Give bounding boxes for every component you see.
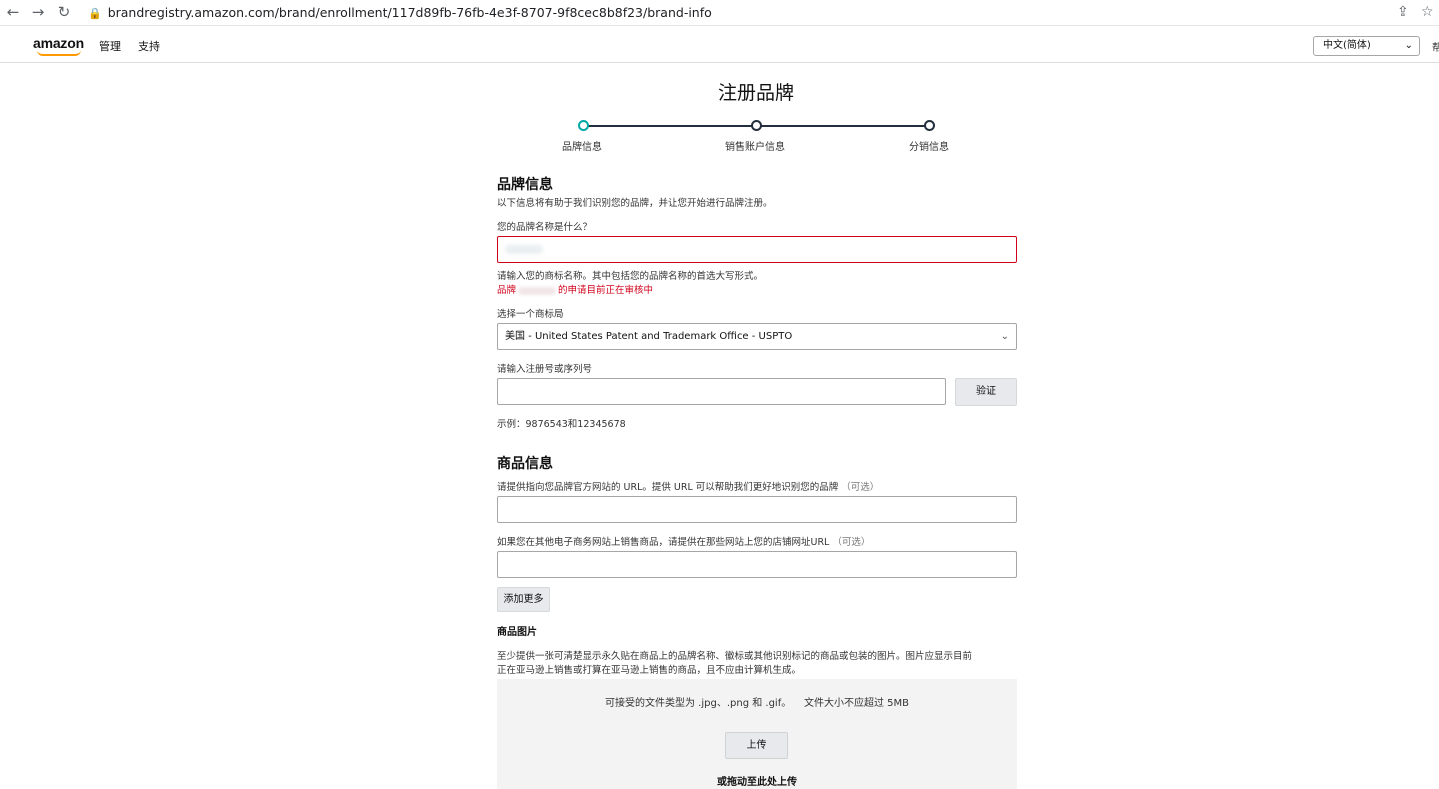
registration-number-label: 请输入注册号或序列号 (497, 364, 593, 375)
verify-button[interactable]: 验证 (955, 378, 1017, 406)
website-url-label: 请提供指向您品牌官方网站的 URL。提供 URL 可以帮助我们更好地识别您的品牌… (497, 479, 879, 493)
bookmark-star-icon[interactable]: ☆ (1421, 3, 1434, 21)
file-types-text: 可接受的文件类型为 .jpg、.png 和 .gif。 (605, 698, 792, 709)
address-bar[interactable]: 🔒 brandregistry.amazon.com/brand/enrollme… (88, 4, 712, 22)
website-optional-tag: （可选） (841, 482, 880, 493)
forward-icon[interactable]: → (29, 3, 47, 21)
logo-text: amazon (33, 35, 84, 51)
step-label-seller-account: 销售账户信息 (725, 142, 785, 153)
logo-smile-icon (37, 50, 81, 56)
site-header: amazon 管理 支持 中文(简体) ⌄ 帮 (0, 27, 1439, 63)
nav-manage[interactable]: 管理 (99, 38, 121, 54)
store-url-label-text: 如果您在其他电子商务网站上销售商品，请提供在那些网站上您的店铺网址URL (497, 537, 830, 548)
error-prefix: 品牌 (497, 285, 517, 296)
redacted-brand-name (505, 245, 543, 254)
lock-icon: 🔒 (88, 7, 102, 20)
brand-name-error: 品牌 的申请目前正在审核中 (497, 282, 653, 296)
file-size-text: 文件大小不应超过 5MB (803, 698, 909, 709)
redacted-brand-inline (518, 286, 557, 295)
step-label-brand-info: 品牌信息 (562, 142, 602, 153)
registration-example: 示例：9876543和12345678 (497, 419, 626, 430)
browser-toolbar: ← → ↻ 🔒 brandregistry.amazon.com/brand/en… (0, 0, 1439, 26)
product-images-desc-line2: 正在亚马逊上销售或打算在亚马逊上销售的商品，且不应由计算机生成。 (497, 665, 802, 676)
brand-info-heading: 品牌信息 (497, 177, 553, 193)
upload-requirements: 可接受的文件类型为 .jpg、.png 和 .gif。 文件大小不应超过 5MB (497, 694, 1017, 709)
chevron-down-icon: ⌄ (1000, 331, 1009, 342)
image-upload-dropzone[interactable]: 可接受的文件类型为 .jpg、.png 和 .gif。 文件大小不应超过 5MB… (497, 679, 1017, 789)
store-url-label: 如果您在其他电子商务网站上销售商品，请提供在那些网站上您的店铺网址URL （可选… (497, 534, 870, 548)
brand-info-intro: 以下信息将有助于我们识别您的品牌，并让您开始进行品牌注册。 (497, 198, 773, 209)
amazon-logo[interactable]: amazon (33, 35, 84, 56)
language-select[interactable]: 中文(简体) ⌄ (1313, 36, 1420, 56)
chevron-down-icon: ⌄ (1404, 40, 1413, 51)
language-value: 中文(简体) (1323, 40, 1371, 51)
upload-button[interactable]: 上传 (725, 732, 788, 759)
product-info-heading: 商品信息 (497, 456, 553, 472)
website-url-label-text: 请提供指向您品牌官方网站的 URL。提供 URL 可以帮助我们更好地识别您的品牌 (497, 482, 839, 493)
store-url-input[interactable] (497, 551, 1017, 578)
trademark-office-label: 选择一个商标局 (497, 309, 564, 320)
help-link[interactable]: 帮 (1432, 39, 1439, 54)
back-icon[interactable]: ← (4, 3, 22, 21)
step-dot-brand-info (578, 120, 589, 131)
add-more-button[interactable]: 添加更多 (497, 587, 550, 612)
nav-support[interactable]: 支持 (138, 38, 160, 54)
trademark-office-value: 美国 - United States Patent and Trademark … (505, 331, 793, 342)
trademark-office-select[interactable]: 美国 - United States Patent and Trademark … (497, 323, 1017, 350)
page-title: 注册品牌 (717, 82, 794, 104)
step-dot-distribution (924, 120, 935, 131)
step-dot-seller-account (751, 120, 762, 131)
brand-name-label: 您的品牌名称是什么？ (497, 222, 593, 233)
website-url-input[interactable] (497, 496, 1017, 523)
registration-number-input[interactable] (497, 378, 946, 405)
brand-name-help: 请输入您的商标名称。其中包括您的品牌名称的首选大写形式。 (497, 271, 764, 282)
error-suffix: 的申请目前正在审核中 (558, 285, 654, 296)
brand-name-input[interactable] (497, 236, 1017, 263)
product-images-heading: 商品图片 (497, 627, 537, 638)
reload-icon[interactable]: ↻ (55, 3, 73, 21)
progress-stepper (578, 119, 935, 133)
share-icon[interactable]: ⇪ (1397, 3, 1409, 21)
url-text: brandregistry.amazon.com/brand/enrollmen… (107, 5, 712, 20)
store-optional-tag: （可选） (832, 537, 871, 548)
step-label-distribution: 分销信息 (909, 142, 949, 153)
product-images-desc-line1: 至少提供一张可清楚显示永久贴在商品上的品牌名称、徽标或其他识别标记的商品或包装的… (497, 651, 973, 662)
